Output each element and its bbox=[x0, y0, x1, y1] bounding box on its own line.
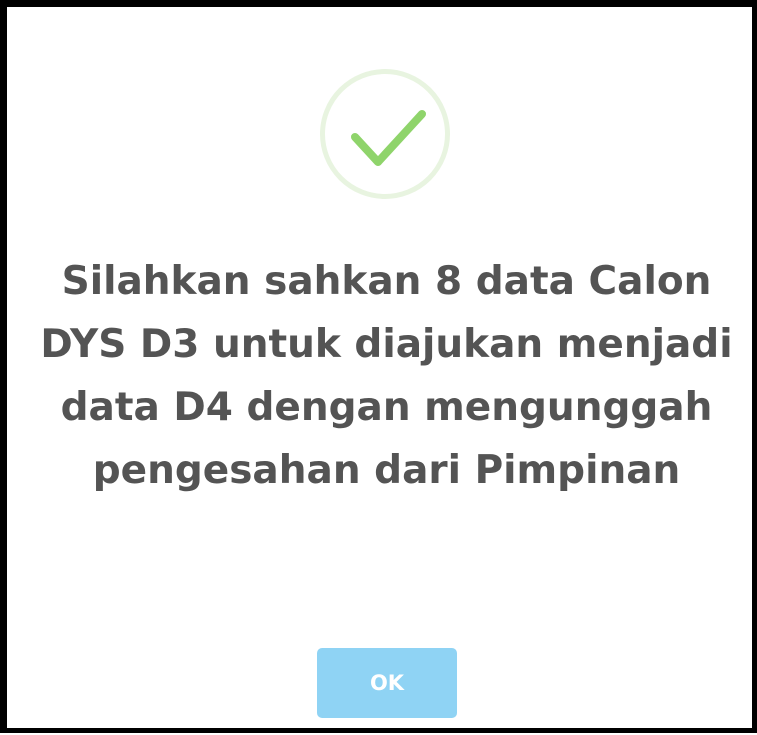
window-frame: Silahkan sahkan 8 data Calon DYS D3 untu… bbox=[0, 0, 757, 733]
dialog-message: Silahkan sahkan 8 data Calon DYS D3 untu… bbox=[40, 259, 733, 493]
check-icon bbox=[351, 110, 426, 166]
success-check-icon bbox=[320, 69, 450, 199]
success-dialog: Silahkan sahkan 8 data Calon DYS D3 untu… bbox=[14, 14, 757, 735]
ok-button[interactable]: OK bbox=[317, 648, 457, 718]
